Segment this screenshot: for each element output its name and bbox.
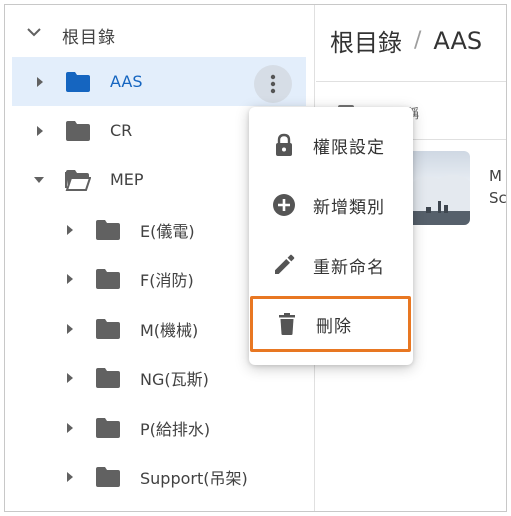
file-name-line2: Sc (489, 189, 507, 207)
breadcrumb-current: AAS (433, 26, 483, 55)
context-menu: 權限設定 新增類別 重新命名 刪除 (249, 107, 413, 365)
tree-item-label: CR (110, 121, 133, 140)
more-options-button[interactable] (254, 65, 292, 103)
chevron-down-icon[interactable] (27, 27, 41, 37)
add-circle-icon (271, 192, 297, 218)
menu-item-label: 新增類別 (313, 197, 385, 218)
tree-item-label: P(給排水) (140, 419, 211, 439)
menu-item-label: 重新命名 (313, 257, 385, 278)
folder-icon (96, 219, 120, 240)
lock-icon (271, 132, 297, 158)
file-name[interactable]: M Sc (489, 165, 507, 209)
caret-right-icon[interactable] (64, 224, 76, 236)
tree-item-label: AAS (110, 72, 143, 91)
app-window: 根目錄 AAS CR MEP E(儀電) F(消防) M(機械) NG(瓦斯) … (4, 4, 507, 512)
caret-right-icon[interactable] (64, 471, 76, 483)
menu-item-label: 刪除 (316, 316, 352, 337)
more-vert-icon (270, 74, 276, 94)
caret-right-icon[interactable] (64, 323, 76, 335)
tree-item-support[interactable]: Support(吊架) (12, 452, 312, 501)
tree-item-label: NG(瓦斯) (140, 369, 209, 389)
breadcrumb-root[interactable]: 根目錄 (330, 23, 402, 58)
pencil-icon (271, 252, 297, 278)
file-thumbnail[interactable] (404, 151, 470, 225)
menu-item-add-category[interactable]: 新增類別 (249, 175, 413, 235)
folder-icon (96, 318, 120, 339)
caret-right-icon[interactable] (64, 372, 76, 384)
menu-item-delete[interactable]: 刪除 (250, 296, 411, 352)
caret-right-icon[interactable] (34, 76, 46, 88)
caret-right-icon[interactable] (34, 125, 46, 137)
folder-icon (96, 417, 120, 438)
breadcrumb: 根目錄 / AAS (330, 23, 482, 58)
folder-open-icon (65, 169, 91, 191)
menu-item-label: 權限設定 (313, 137, 385, 158)
thumbnail-image (404, 174, 470, 225)
tree-item-label: M(機械) (140, 320, 199, 340)
folder-icon (96, 268, 120, 289)
tree-root-label[interactable]: 根目錄 (62, 23, 116, 48)
folder-icon (66, 71, 90, 92)
header-divider (316, 81, 506, 82)
file-name-line1: M (489, 167, 502, 185)
caret-down-icon[interactable] (33, 174, 45, 186)
folder-icon (66, 120, 90, 141)
caret-right-icon[interactable] (64, 273, 76, 285)
tree-item-label: F(消防) (140, 270, 194, 290)
tree-item-label: Support(吊架) (140, 468, 248, 488)
tree-item-label: MEP (110, 170, 144, 189)
caret-right-icon[interactable] (64, 422, 76, 434)
folder-icon (96, 466, 120, 487)
tree-item-p[interactable]: P(給排水) (12, 403, 312, 452)
menu-item-permissions[interactable]: 權限設定 (249, 115, 413, 175)
trash-icon (274, 311, 300, 337)
tree-item-label: E(儀電) (140, 221, 195, 241)
breadcrumb-separator: / (414, 28, 422, 53)
folder-icon (96, 367, 120, 388)
menu-item-rename[interactable]: 重新命名 (249, 235, 413, 295)
